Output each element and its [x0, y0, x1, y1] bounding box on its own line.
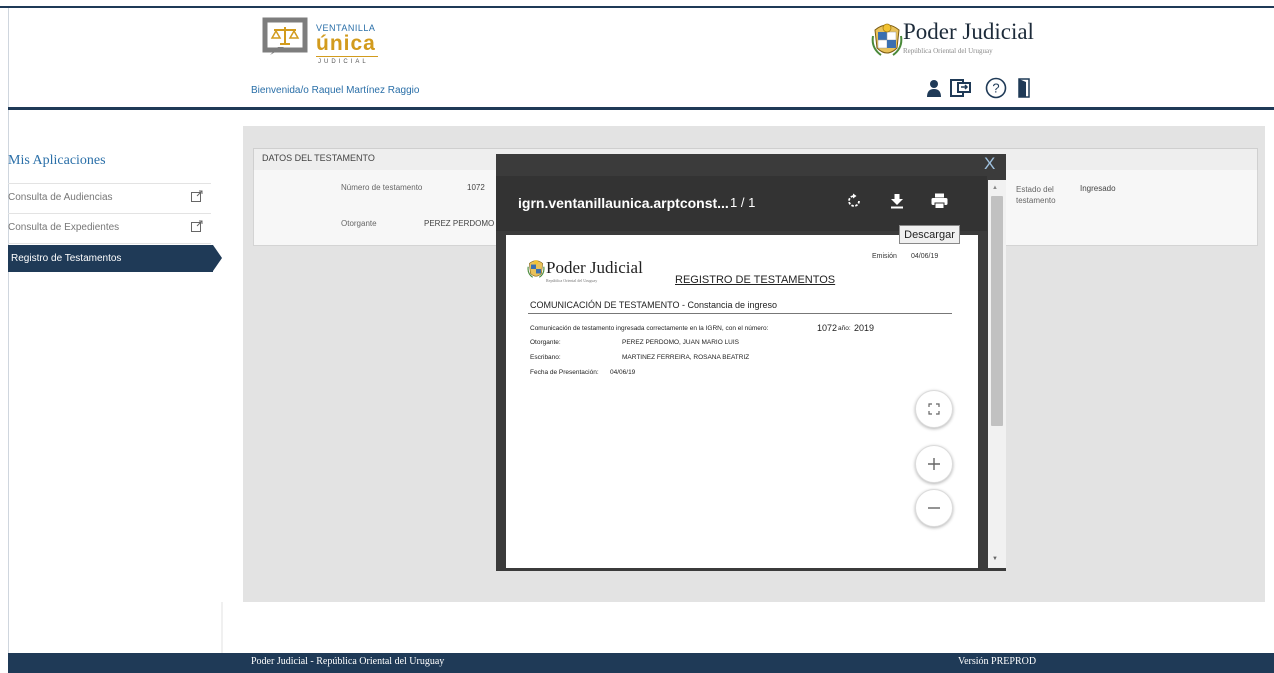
doc-emision-value: 04/06/19: [911, 253, 939, 260]
switch-app-icon[interactable]: [950, 78, 972, 98]
logo-title-big: única: [316, 32, 376, 55]
active-item-arrow: [213, 245, 222, 271]
zoom-in-icon[interactable]: [915, 445, 953, 483]
doc-fecha-value: 04/06/19: [610, 369, 636, 376]
poder-judicial-title: Poder Judicial: [903, 19, 1034, 44]
sidebar-item-label: Registro de Testamentos: [11, 253, 122, 264]
numero-testamento-value: 1072: [467, 183, 485, 192]
sidebar-separator: [8, 243, 211, 244]
doc-otorgante-label: Otorgante:: [530, 339, 561, 346]
estado-label: Estado del testamento: [1016, 185, 1056, 205]
doc-anio: 2019: [854, 323, 875, 333]
pdf-page-counter: 1 / 1: [730, 195, 756, 210]
help-icon[interactable]: ?: [985, 77, 1007, 99]
close-icon[interactable]: X: [984, 154, 995, 174]
doc-section-title: COMUNICACIÓN DE TESTAMENTO - Constancia …: [530, 300, 778, 310]
footer-bar: [8, 653, 1274, 673]
logo-underline: [316, 56, 378, 57]
doc-poder-judicial-title: Poder Judicial: [546, 258, 643, 277]
poder-judicial-subtitle: República Oriental del Uruguay: [903, 47, 993, 55]
doc-intro-text: Comunicación de testamento ingresada cor…: [530, 325, 769, 332]
sidebar-item-label: Consulta de Expedientes: [8, 221, 120, 233]
scroll-down-arrow-icon[interactable]: ▼: [992, 556, 998, 562]
sidebar-title: Mis Aplicaciones: [8, 153, 106, 168]
sidebar-item-consulta-expedientes[interactable]: Consulta de Expedientes: [8, 214, 211, 240]
estado-value: Ingresado: [1080, 184, 1116, 193]
doc-poder-judicial-subtitle: República Oriental del Uruguay: [546, 278, 598, 283]
scroll-up-arrow-icon[interactable]: ▲: [992, 185, 998, 191]
doc-heading: REGISTRO DE TESTAMENTOS: [675, 274, 836, 286]
pdf-file-title: igrn.ventanillaunica.arptconst...: [518, 195, 729, 211]
header-top-rule: [0, 6, 1274, 8]
doc-escribano-value: MARTINEZ FERREIRA, ROSANA BEATRIZ: [622, 354, 750, 361]
doc-escribano-label: Escribano:: [530, 354, 561, 361]
welcome-text: Bienvenida/o Raquel Martínez Raggio: [251, 85, 420, 96]
download-icon[interactable]: [890, 193, 904, 214]
doc-emision-label: Emisión: [872, 253, 897, 260]
pdf-scrollbar-thumb[interactable]: [991, 196, 1003, 426]
print-icon[interactable]: [931, 193, 948, 214]
zoom-out-icon[interactable]: [915, 489, 953, 527]
ventanilla-logo[interactable]: [262, 17, 308, 59]
otorgante-value: PEREZ PERDOMO: [424, 219, 495, 228]
sidebar-item-registro-testamentos[interactable]: Registro de Testamentos: [8, 245, 213, 272]
doc-anio-label: año:: [838, 325, 851, 332]
poder-judicial-emblem-icon: [871, 22, 903, 58]
logout-icon[interactable]: [1017, 78, 1031, 98]
rotate-icon[interactable]: [846, 193, 862, 214]
header-divider: [8, 107, 1274, 110]
external-link-icon[interactable]: [191, 190, 203, 205]
sidebar-item-consulta-audiencias[interactable]: Consulta de Audiencias: [8, 184, 211, 210]
logo-title-tiny: JUDICIAL: [318, 59, 369, 65]
footer-left-text: Poder Judicial - República Oriental del …: [251, 656, 445, 667]
external-link-icon[interactable]: [191, 220, 203, 235]
doc-numero: 1072: [817, 323, 838, 333]
lower-strip: [221, 602, 223, 653]
doc-rule: [528, 313, 952, 314]
doc-emblem-icon: [527, 259, 545, 284]
sidebar-item-label: Consulta de Audiencias: [8, 191, 113, 203]
numero-testamento-label: Número de testamento: [341, 183, 423, 192]
doc-fecha-label: Fecha de Presentación:: [530, 369, 599, 376]
otorgante-label: Otorgante: [341, 219, 377, 228]
lower-blank-area: [221, 602, 1274, 653]
panel-heading: DATOS DEL TESTAMENTO: [262, 153, 375, 163]
left-frame-line: [8, 8, 9, 653]
fit-screen-icon[interactable]: [915, 390, 953, 428]
doc-otorgante-value: PEREZ PERDOMO, JUAN MARIO LUIS: [622, 339, 740, 346]
footer-version: Versión PREPROD: [958, 656, 1037, 667]
svg-text:?: ?: [992, 81, 999, 96]
download-tooltip: Descargar: [899, 225, 960, 244]
user-icon[interactable]: [925, 78, 943, 98]
